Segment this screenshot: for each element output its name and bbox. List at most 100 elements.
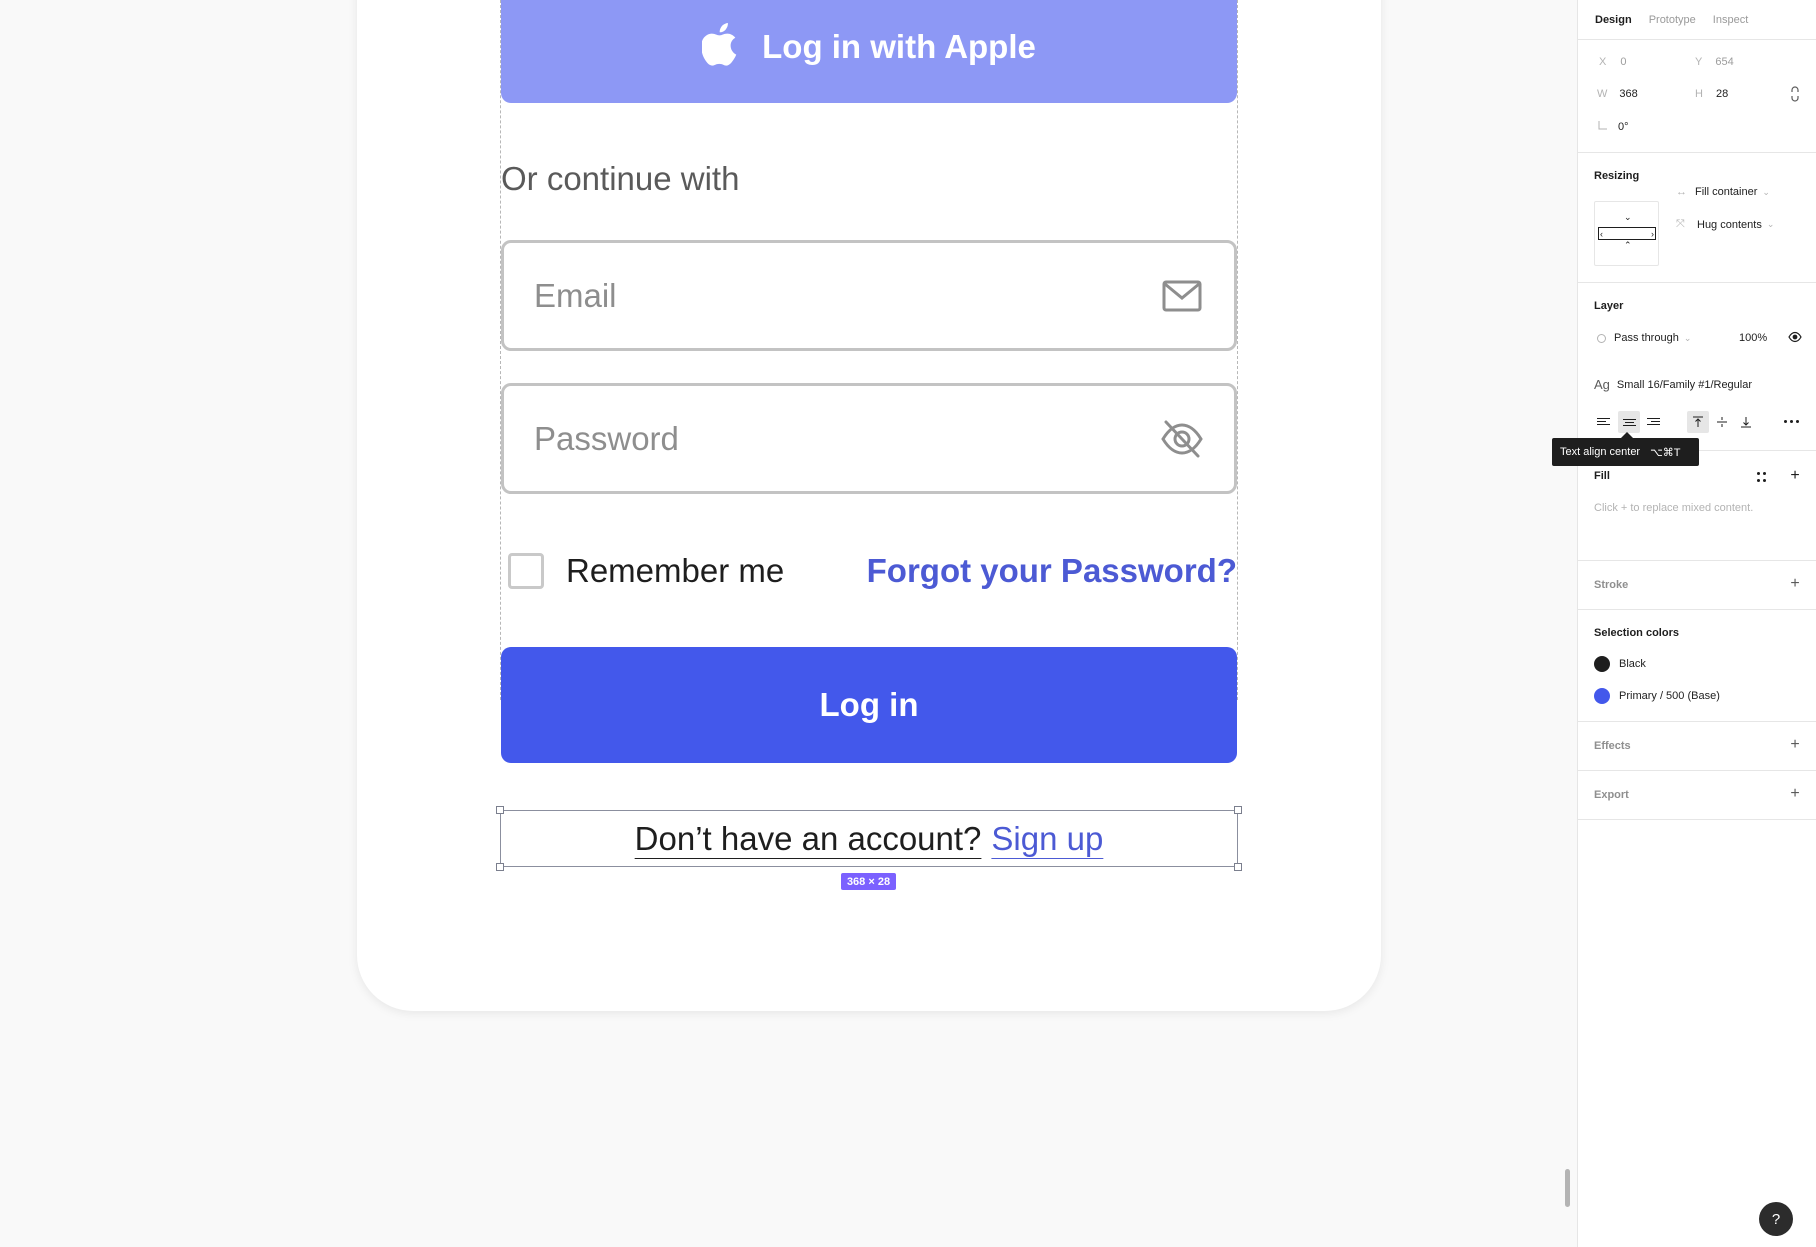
tab-inspect[interactable]: Inspect	[1713, 14, 1748, 26]
vertical-arrows-icon: ⤧	[1676, 218, 1685, 230]
tooltip-label: Text align center	[1560, 446, 1641, 458]
h-input[interactable]: 28	[1716, 88, 1728, 100]
resizing-preview-bar: ‹ ›	[1598, 227, 1656, 240]
rotation-input[interactable]: 0°	[1618, 121, 1629, 133]
stroke-title: Stroke	[1594, 579, 1629, 591]
align-left-icon[interactable]	[1594, 411, 1614, 431]
x-label: X	[1599, 56, 1607, 68]
chevron-down-icon: ⌄	[1683, 332, 1692, 343]
horizontal-resizing-value: Fill container	[1695, 186, 1758, 198]
fill-hint: Click + to replace mixed content.	[1594, 502, 1754, 514]
align-center-icon[interactable]	[1618, 411, 1640, 433]
add-export-button[interactable]: +	[1788, 785, 1802, 802]
layer-section: Layer Pass through ⌄ 100% Ag Small 16/Fa…	[1578, 283, 1816, 451]
opacity-input[interactable]: 100%	[1739, 332, 1767, 344]
login-with-apple-button[interactable]: Log in with Apple	[501, 0, 1237, 103]
blend-mode-dropdown[interactable]: Pass through ⌄	[1597, 332, 1691, 344]
constrain-proportions-icon[interactable]	[1790, 86, 1800, 105]
signup-question: Don’t have an account?	[634, 819, 982, 857]
resizing-section: Resizing ‹ › ⌄ ⌃ ↔ Fill container ⌄ ⤧ Hug…	[1578, 153, 1816, 283]
selection-color-primary[interactable]: Primary / 500 (Base)	[1594, 688, 1720, 704]
resizing-preview: ‹ › ⌄ ⌃	[1594, 201, 1659, 266]
horizontal-resizing-dropdown[interactable]: ↔ Fill container ⌄	[1676, 186, 1770, 198]
w-input[interactable]: 368	[1619, 88, 1637, 100]
export-title: Export	[1594, 789, 1629, 801]
canvas-scrollbar[interactable]	[1565, 1169, 1570, 1207]
password-placeholder: Password	[534, 419, 679, 457]
fill-title: Fill	[1594, 470, 1610, 482]
fill-section: Fill + Click + to replace mixed content.	[1578, 451, 1816, 561]
style-grid-icon[interactable]	[1757, 472, 1767, 482]
layer-title: Layer	[1594, 300, 1624, 312]
align-bottom-icon[interactable]	[1735, 411, 1757, 433]
mail-icon	[1160, 274, 1204, 318]
login-button-label: Log in	[819, 686, 919, 723]
resize-down-chevron-icon: ⌄	[1624, 212, 1632, 222]
align-center-tooltip: Text align center ⌥⌘T	[1552, 438, 1699, 466]
color-name-primary: Primary / 500 (Base)	[1619, 690, 1720, 702]
h-label: H	[1695, 88, 1703, 100]
selection-colors-section: Selection colors Black Primary / 500 (Ba…	[1578, 610, 1816, 722]
resizing-title: Resizing	[1594, 170, 1640, 182]
signup-text-selected[interactable]: Don’t have an account? Sign up	[500, 810, 1238, 867]
selection-colors-title: Selection colors	[1594, 627, 1679, 639]
color-swatch-black	[1594, 656, 1610, 672]
design-canvas[interactable]: Log in with Apple Or continue with Email…	[0, 0, 1577, 1247]
add-stroke-button[interactable]: +	[1788, 575, 1802, 592]
selection-handle-tl[interactable]	[496, 806, 504, 814]
text-style-icon: Ag	[1594, 377, 1610, 392]
or-continue-text: Or continue with	[501, 160, 740, 197]
align-top-icon[interactable]	[1687, 411, 1709, 433]
tab-design[interactable]: Design	[1595, 14, 1632, 26]
export-section: Export +	[1578, 771, 1816, 820]
panel-tabs: Design Prototype Inspect	[1578, 0, 1816, 40]
login-button[interactable]: Log in	[501, 647, 1237, 763]
more-options-icon[interactable]	[1784, 420, 1799, 423]
selection-size-badge: 368 × 28	[841, 873, 896, 890]
help-button[interactable]: ?	[1759, 1202, 1793, 1236]
resize-left-chevron-icon: ‹	[1600, 228, 1603, 239]
align-right-icon[interactable]	[1643, 411, 1663, 431]
email-placeholder: Email	[534, 276, 617, 314]
x-input[interactable]: 0	[1620, 56, 1626, 68]
chevron-down-icon: ⌄	[1766, 219, 1775, 229]
add-effect-button[interactable]: +	[1788, 736, 1802, 753]
vertical-resizing-value: Hug contents	[1697, 218, 1762, 231]
transform-section: X 0 Y 654 W 368 H 28 0°	[1578, 40, 1816, 153]
text-style-row[interactable]: Ag Small 16/Family #1/Regular	[1594, 377, 1752, 392]
selection-handle-br[interactable]	[1234, 863, 1242, 871]
color-name-black: Black	[1619, 658, 1646, 670]
tooltip-shortcut: ⌥⌘T	[1650, 446, 1681, 459]
y-label: Y	[1695, 56, 1703, 68]
selection-handle-bl[interactable]	[496, 863, 504, 871]
eye-off-icon[interactable]	[1160, 417, 1204, 461]
email-field[interactable]: Email	[501, 240, 1237, 351]
w-label: W	[1597, 88, 1608, 100]
remember-row: Remember me Forgot your Password?	[501, 547, 1237, 595]
eye-icon[interactable]	[1788, 331, 1802, 346]
resize-right-chevron-icon: ›	[1651, 228, 1654, 239]
chevron-down-icon: ⌄	[1762, 186, 1770, 197]
effects-section: Effects +	[1578, 722, 1816, 771]
align-middle-icon[interactable]	[1711, 411, 1733, 433]
properties-panel: Design Prototype Inspect X 0 Y 654 W 368…	[1577, 0, 1816, 1247]
vertical-resizing-dropdown[interactable]: ⤧ Hug contents ⌄	[1676, 218, 1774, 231]
selection-handle-tr[interactable]	[1234, 806, 1242, 814]
stroke-section: Stroke +	[1578, 561, 1816, 610]
effects-title: Effects	[1594, 740, 1631, 752]
tab-prototype[interactable]: Prototype	[1649, 14, 1696, 26]
signup-link[interactable]: Sign up	[991, 820, 1103, 858]
text-style-name: Small 16/Family #1/Regular	[1616, 378, 1753, 391]
y-input[interactable]: 654	[1715, 56, 1733, 68]
resize-up-chevron-icon: ⌃	[1624, 240, 1632, 250]
forgot-password-link[interactable]: Forgot your Password?	[867, 552, 1237, 590]
blend-mode-value: Pass through	[1614, 332, 1679, 344]
remember-checkbox[interactable]	[508, 553, 544, 589]
apple-button-label: Log in with Apple	[762, 27, 1036, 65]
rotation-icon	[1598, 120, 1608, 133]
add-fill-button[interactable]: +	[1788, 467, 1802, 484]
apple-icon	[702, 22, 737, 66]
color-swatch-primary	[1594, 688, 1610, 704]
selection-color-black[interactable]: Black	[1594, 656, 1646, 672]
password-field[interactable]: Password	[501, 383, 1237, 494]
